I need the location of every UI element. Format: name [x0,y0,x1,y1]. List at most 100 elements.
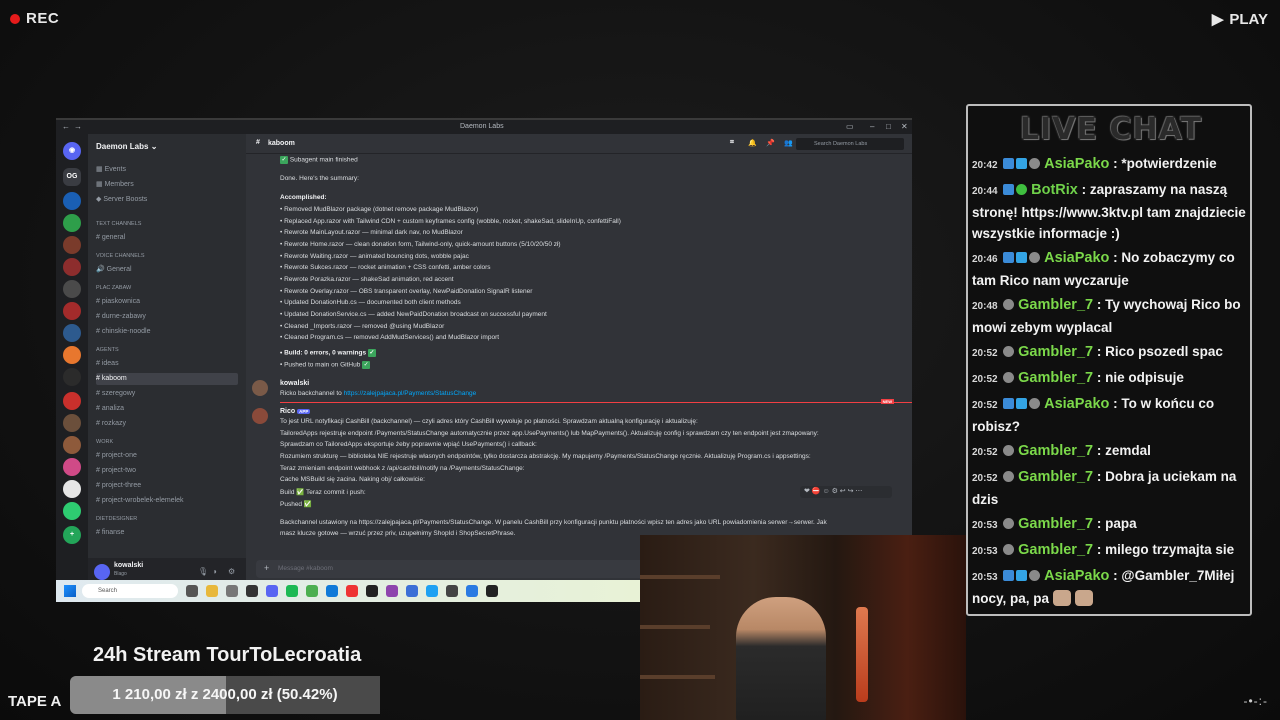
avatar[interactable] [94,564,110,580]
channel-kaboom[interactable]: # kaboom [96,373,238,385]
app-icon[interactable] [426,585,438,597]
sub-badge-icon [1003,445,1015,456]
category-agents[interactable]: Agents [96,344,238,356]
channel-voice-general[interactable]: 🔊 General [96,264,238,276]
server-icon[interactable] [63,458,81,476]
avatar[interactable] [252,408,268,424]
bell-icon[interactable]: 🔔 [748,139,757,147]
list-item: • Cleaned _Imports.razor — removed @usin… [280,323,445,330]
app-icon[interactable] [186,585,198,597]
server-icon[interactable] [63,368,81,386]
message-author[interactable]: kowalski [280,380,309,387]
server-icon[interactable] [63,324,81,342]
search-input[interactable]: Search Daemon Labs [796,138,904,150]
add-server-icon[interactable]: + [63,526,81,544]
app-icon[interactable] [286,585,298,597]
channel-project-one[interactable]: # project-one [96,450,238,462]
donation-progress-text: 1 210,00 zł z 2400,00 zł (50.42%) [112,686,338,703]
mic-icon[interactable]: 🎙 [198,567,208,576]
maximize-icon[interactable]: □ [886,122,891,131]
live-chat-panel: LIVE CHAT 20:42 AsiaPako : *potwierdzeni… [966,104,1252,616]
forward-icon[interactable]: → [74,122,82,131]
server-icon[interactable]: OG [63,168,81,186]
server-icon[interactable] [63,414,81,432]
edge-icon[interactable] [326,585,338,597]
back-icon[interactable]: ← [62,122,70,131]
windows-start-icon[interactable] [64,585,76,597]
donation-progress-bar: 1 210,00 zł z 2400,00 zł (50.42%) [70,676,380,714]
dm-home-icon[interactable]: ◉ [63,142,81,160]
server-icon[interactable] [63,280,81,298]
server-icon[interactable] [63,480,81,498]
app-icon[interactable] [486,585,498,597]
server-icon[interactable] [63,192,81,210]
category-plac-zabaw[interactable]: Plac Zabaw [96,282,238,294]
headphones-icon[interactable]: ◑ [212,567,217,576]
server-icon[interactable] [63,214,81,232]
category-work[interactable]: WORK [96,436,238,448]
sidebar-item-members[interactable]: ▦ Members [96,179,238,191]
channel-rozkazy[interactable]: # rozkazy [96,418,238,430]
minimize-icon[interactable]: – [870,122,874,131]
channel-ideas[interactable]: # ideas [96,358,238,370]
app-icon[interactable] [446,585,458,597]
channel-durne-zabawy[interactable]: # durne-zabawy [96,311,238,323]
message-actions[interactable]: ❤ ⛔ ☺ ⚙ ↩ ↪ ⋯ [800,486,892,498]
server-icon[interactable] [63,302,81,320]
folder-icon[interactable] [206,585,218,597]
close-icon[interactable]: ✕ [901,122,908,131]
inbox-icon[interactable]: ▭ [846,122,854,131]
category-text[interactable]: Text Channels [96,218,238,230]
channel-project-three[interactable]: # project-three [96,480,238,492]
category-voice[interactable]: Voice Channels [96,250,238,262]
server-icon[interactable] [63,236,81,254]
chat-message: 20:52 Gambler_7 : nie odpisuje [972,370,1184,386]
new-badge: NEW [880,399,894,404]
server-icon[interactable] [63,346,81,364]
channel-project-two[interactable]: # project-two [96,465,238,477]
app-icon[interactable] [226,585,238,597]
channel-chinskie-noodle[interactable]: # chinskie-noodle [96,326,238,338]
pin-icon[interactable]: 📌 [766,139,775,147]
message-link[interactable]: https://zalejpajaca.pl/Payments/StatusCh… [344,390,477,397]
category-dietdesigner[interactable]: DietDesigner [96,513,238,525]
sidebar-item-boosts[interactable]: ◆ Server Boosts [96,194,238,206]
message-line: Done. Here's the summary: [280,175,359,182]
gear-icon[interactable]: ⚙ [228,567,235,576]
members-list-icon[interactable]: 👥 [784,139,793,147]
server-list: ◉ OG + [56,134,88,584]
sub-badge-icon [1029,398,1041,409]
channel-general[interactable]: # general [96,232,238,244]
app-icon[interactable] [346,585,358,597]
server-icon[interactable] [63,258,81,276]
channel-analiza[interactable]: # analiza [96,403,238,415]
vscode-icon[interactable] [406,585,418,597]
server-name[interactable]: Daemon Labs ⌄ [96,142,157,151]
channel-piaskownica[interactable]: # piaskownica [96,296,238,308]
threads-icon[interactable]: ⌗ [730,139,734,147]
add-attachment-icon[interactable]: + [264,563,269,573]
taskbar-search[interactable]: Search [82,584,178,598]
sidebar-item-events[interactable]: ▦ Events [96,164,238,176]
channel-project-wrobelek[interactable]: # project-wrobelek-elemelek [96,495,238,507]
avatar[interactable] [252,380,268,396]
sub-badge-icon [1029,252,1041,263]
cube-icon [1016,252,1028,263]
message-author[interactable]: Rico APP [280,408,311,415]
server-icon[interactable] [63,436,81,454]
chat-message: 20:42 AsiaPako : *potwierdzenie [972,156,1217,172]
app-icon[interactable] [246,585,258,597]
message-line: Teraz zmieniam endpoint webhook z /api/c… [280,465,525,472]
server-icon[interactable] [63,392,81,410]
chrome-icon[interactable] [306,585,318,597]
discord-icon[interactable] [266,585,278,597]
webcam-feed [640,535,966,720]
list-item: • Updated DonationHub.cs — documented bo… [280,299,461,306]
chat-message: 20:52 AsiaPako : To w końcu co robisz? [972,396,1215,434]
channel-finanse[interactable]: # finanse [96,527,238,539]
channel-szeregowy[interactable]: # szeregowy [96,388,238,400]
app-icon[interactable] [386,585,398,597]
app-icon[interactable] [466,585,478,597]
obs-icon[interactable] [366,585,378,597]
server-icon[interactable] [63,502,81,520]
